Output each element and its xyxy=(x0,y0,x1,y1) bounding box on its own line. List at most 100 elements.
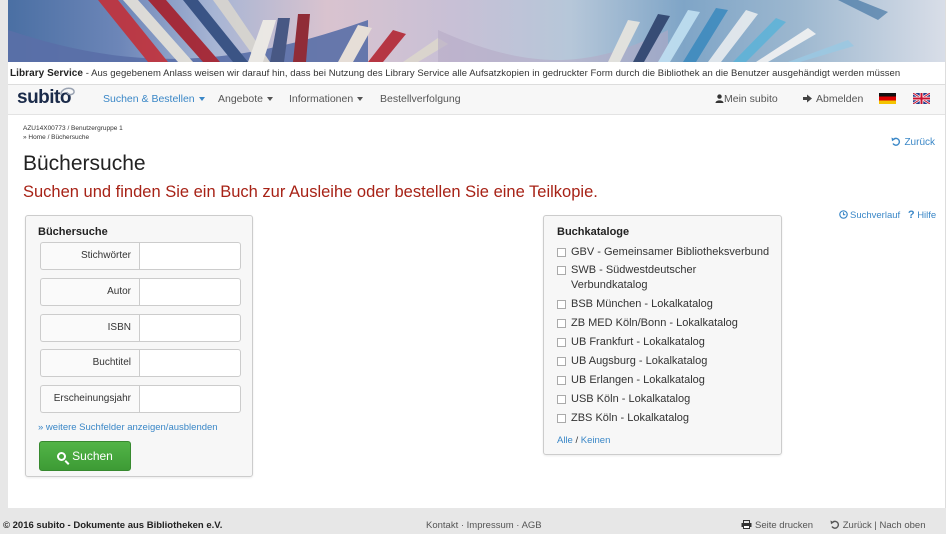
back-link[interactable]: Zurück xyxy=(891,137,935,148)
caret-down-icon xyxy=(357,97,364,102)
back-arrow-icon xyxy=(830,520,839,529)
catalog-checkbox[interactable] xyxy=(557,319,566,328)
banner-image xyxy=(8,0,945,62)
catalog-item[interactable]: UB Augsburg - Lokalkatalog xyxy=(557,354,786,369)
select-all-link[interactable]: Alle xyxy=(557,435,573,446)
catalog-item[interactable]: GBV - Gemeinsamer Bibliotheksverbund xyxy=(557,245,786,260)
caret-down-icon xyxy=(266,97,273,102)
nav-label: Suchen & Bestellen xyxy=(103,93,195,105)
library-service-notice: Library Service - Aus gegebenem Anlass w… xyxy=(8,64,945,84)
catalog-label: UB Erlangen - Lokalkatalog xyxy=(571,374,705,386)
nav-label: Informationen xyxy=(289,93,354,105)
user-icon xyxy=(715,94,724,103)
to-top-link[interactable]: Nach oben xyxy=(880,520,926,531)
print-label: Seite drucken xyxy=(755,520,814,531)
search-panel-heading: Büchersuche xyxy=(38,226,108,238)
more-fields-link[interactable]: » weitere Suchfelder anzeigen/ausblenden xyxy=(38,422,218,433)
separator: / xyxy=(572,435,581,446)
catalog-item[interactable]: USB Köln - Lokalkatalog xyxy=(557,392,786,407)
german-flag-icon[interactable] xyxy=(879,93,896,104)
print-link[interactable]: Seite drucken xyxy=(741,520,813,531)
catalog-item[interactable]: ZBS Köln - Lokalkatalog xyxy=(557,411,786,426)
nav-suchen-bestellen[interactable]: Suchen & Bestellen xyxy=(103,93,205,105)
nav-bestellverfolgung[interactable]: Bestellverfolgung xyxy=(380,93,461,105)
user-id: AZU14X00773 / Benutzergruppe 1 xyxy=(23,125,123,132)
catalog-item[interactable]: BSB München - Lokalkatalog xyxy=(557,297,786,312)
caret-down-icon xyxy=(198,97,205,102)
nav-informationen[interactable]: Informationen xyxy=(289,93,364,105)
isbn-input[interactable] xyxy=(139,314,241,342)
catalog-checkbox[interactable] xyxy=(557,266,566,275)
keywords-field: Stichwörter xyxy=(40,242,241,270)
catalog-item[interactable]: UB Erlangen - Lokalkatalog xyxy=(557,373,786,388)
back-label: Zurück xyxy=(904,137,935,148)
separator: | xyxy=(871,520,880,531)
logo-swirl-icon xyxy=(60,87,75,96)
page-subtitle: Suchen und finden Sie ein Buch zur Ausle… xyxy=(23,183,598,201)
kontakt-link[interactable]: Kontakt xyxy=(426,520,458,531)
catalog-checkbox[interactable] xyxy=(557,414,566,423)
nav-label: Bestellverfolgung xyxy=(380,93,461,105)
title-input[interactable] xyxy=(139,349,241,377)
select-none-link[interactable]: Keinen xyxy=(581,435,611,446)
page: Library Service - Aus gegebenem Anlass w… xyxy=(8,0,946,508)
english-flag-icon[interactable] xyxy=(913,93,930,104)
logout-icon xyxy=(803,94,812,103)
history-help-links: Suchverlauf ? Hilfe xyxy=(839,209,936,221)
catalog-label: UB Frankfurt - Lokalkatalog xyxy=(571,336,705,348)
nav-label: Angebote xyxy=(218,93,263,105)
book-search-panel: Büchersuche Stichwörter Autor ISBN Bucht… xyxy=(25,215,253,477)
title-field: Buchtitel xyxy=(40,349,241,377)
footer-back-link[interactable]: Zurück xyxy=(830,520,872,531)
back-arrow-icon xyxy=(891,137,901,146)
keywords-input[interactable] xyxy=(139,242,241,270)
catalog-checkbox[interactable] xyxy=(557,338,566,347)
year-label: Erscheinungsjahr xyxy=(40,385,139,413)
user-path: AZU14X00773 / Benutzergruppe 1 » Home / … xyxy=(23,124,123,142)
isbn-label: ISBN xyxy=(40,314,139,342)
impressum-link[interactable]: Impressum xyxy=(467,520,514,531)
agb-link[interactable]: AGB xyxy=(522,520,542,531)
clock-icon xyxy=(839,210,848,219)
footer-back-label: Zurück xyxy=(842,520,872,531)
logout-label: Abmelden xyxy=(816,93,864,105)
select-all-none: Alle / Keinen xyxy=(557,435,610,446)
notice-title: Library Service xyxy=(10,68,84,79)
help-link[interactable]: ? Hilfe xyxy=(907,209,937,221)
catalog-checkbox[interactable] xyxy=(557,248,566,257)
author-label: Autor xyxy=(40,278,139,306)
catalog-item[interactable]: ZB MED Köln/Bonn - Lokalkatalog xyxy=(557,316,786,331)
history-link[interactable]: Suchverlauf xyxy=(839,210,900,221)
catalog-label: GBV - Gemeinsamer Bibliotheksverbund xyxy=(571,246,770,258)
catalog-checkbox[interactable] xyxy=(557,395,566,404)
author-input[interactable] xyxy=(139,278,241,306)
nav-angebote[interactable]: Angebote xyxy=(218,93,273,105)
breadcrumb[interactable]: » Home / Büchersuche xyxy=(23,133,123,142)
search-button[interactable]: Suchen xyxy=(39,441,131,471)
help-label: Hilfe xyxy=(917,210,937,221)
catalog-item[interactable]: UB Frankfurt - Lokalkatalog xyxy=(557,335,786,350)
search-icon xyxy=(57,452,67,461)
copyright: © 2016 subito - Dokumente aus Bibliothek… xyxy=(3,520,223,531)
footer: © 2016 subito - Dokumente aus Bibliothek… xyxy=(0,516,946,534)
title-label: Buchtitel xyxy=(40,349,139,377)
logout-link[interactable]: Abmelden xyxy=(803,93,863,105)
separator: · xyxy=(513,520,522,531)
notice-text: - Aus gegebenem Anlass weisen wir darauf… xyxy=(83,68,901,79)
catalog-label: UB Augsburg - Lokalkatalog xyxy=(571,355,708,367)
keywords-label: Stichwörter xyxy=(40,242,139,270)
year-input[interactable] xyxy=(139,385,241,413)
catalog-checkbox[interactable] xyxy=(557,300,566,309)
catalog-label: SWB - Südwestdeutscher Verbundkatalog xyxy=(571,264,697,291)
catalog-label: USB Köln - Lokalkatalog xyxy=(571,393,691,405)
catalog-checkbox[interactable] xyxy=(557,376,566,385)
year-field: Erscheinungsjahr xyxy=(40,385,241,413)
catalog-item[interactable]: SWB - Südwestdeutscher Verbundkatalog xyxy=(557,263,721,293)
catalog-checkbox[interactable] xyxy=(557,357,566,366)
navbar: subito Suchen & Bestellen Angebote Infor… xyxy=(8,85,945,115)
my-subito-link[interactable]: Mein subito xyxy=(715,93,778,105)
catalog-label: BSB München - Lokalkatalog xyxy=(571,298,713,310)
question-icon: ? xyxy=(907,209,915,221)
footer-links: Kontakt · Impressum · AGB xyxy=(426,520,542,531)
catalog-panel-heading: Buchkataloge xyxy=(557,226,630,238)
